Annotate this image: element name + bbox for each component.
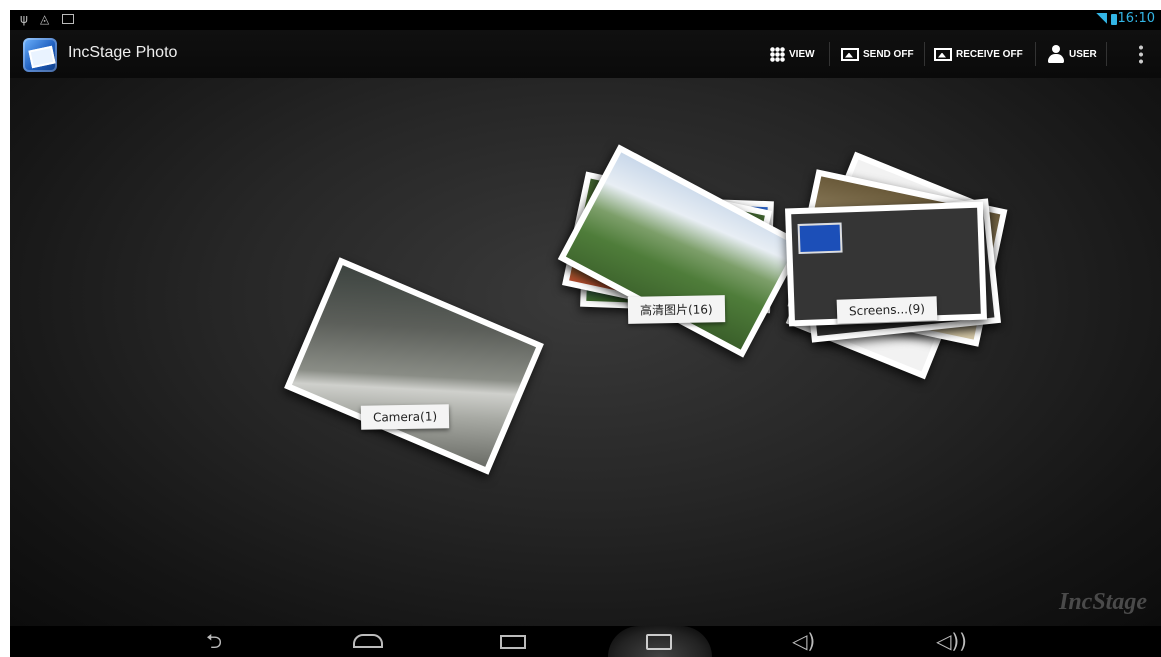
volume-down-icon[interactable]: ◁) bbox=[792, 630, 815, 652]
album-label: 高清图片(16) bbox=[627, 295, 725, 324]
camera-button[interactable] bbox=[608, 626, 712, 657]
action-separator bbox=[829, 42, 830, 66]
view-button[interactable]: VIEW bbox=[770, 40, 815, 68]
recent-apps-icon[interactable] bbox=[500, 630, 526, 653]
receive-icon bbox=[934, 47, 952, 61]
brand-watermark: IncStage bbox=[1058, 589, 1147, 615]
album-label: Screens...(9) bbox=[836, 296, 938, 324]
image-notification-icon bbox=[62, 14, 74, 24]
user-button-label: USER bbox=[1069, 48, 1097, 60]
grid-icon bbox=[770, 46, 785, 62]
wifi-icon: ◬ bbox=[40, 12, 50, 26]
album-canvas: Camera(1) 高清图片(16) Screens...(9) IncStag… bbox=[10, 78, 1161, 626]
battery-icon bbox=[1111, 14, 1117, 25]
action-bar: IncStage Photo VIEW SEND OFF RECEIVE OFF… bbox=[10, 30, 1161, 78]
send-button-label: SEND OFF bbox=[863, 48, 914, 60]
action-separator bbox=[1035, 42, 1036, 66]
home-icon[interactable] bbox=[353, 630, 383, 652]
album-cover-photo bbox=[284, 257, 544, 475]
album-label: Camera(1) bbox=[360, 404, 450, 430]
action-separator bbox=[924, 42, 925, 66]
app-title: IncStage Photo bbox=[68, 44, 178, 61]
user-button[interactable]: USER bbox=[1047, 40, 1097, 68]
app-logo-icon[interactable] bbox=[23, 38, 57, 72]
device-screen: ψ ◬ ◥ 16:10 IncStage Photo VIEW SEND OFF… bbox=[10, 10, 1161, 657]
action-separator bbox=[1106, 42, 1107, 66]
view-button-label: VIEW bbox=[789, 48, 815, 60]
send-icon bbox=[841, 47, 859, 61]
receive-toggle-button[interactable]: RECEIVE OFF bbox=[934, 40, 1023, 68]
status-clock: 16:10 bbox=[1117, 11, 1155, 26]
send-toggle-button[interactable]: SEND OFF bbox=[841, 40, 914, 68]
receive-button-label: RECEIVE OFF bbox=[956, 48, 1023, 60]
wifi-signal-icon: ◥ bbox=[1096, 10, 1107, 26]
navigation-bar: ⮌ ◁) ◁)) bbox=[10, 626, 1161, 657]
camera-icon bbox=[646, 634, 672, 650]
volume-up-icon[interactable]: ◁)) bbox=[936, 630, 967, 652]
back-icon[interactable]: ⮌ bbox=[206, 630, 222, 652]
usb-icon: ψ bbox=[20, 12, 28, 26]
status-bar: ψ ◬ ◥ 16:10 bbox=[10, 10, 1161, 30]
overflow-menu-icon[interactable] bbox=[1139, 44, 1143, 64]
user-icon bbox=[1047, 45, 1065, 63]
